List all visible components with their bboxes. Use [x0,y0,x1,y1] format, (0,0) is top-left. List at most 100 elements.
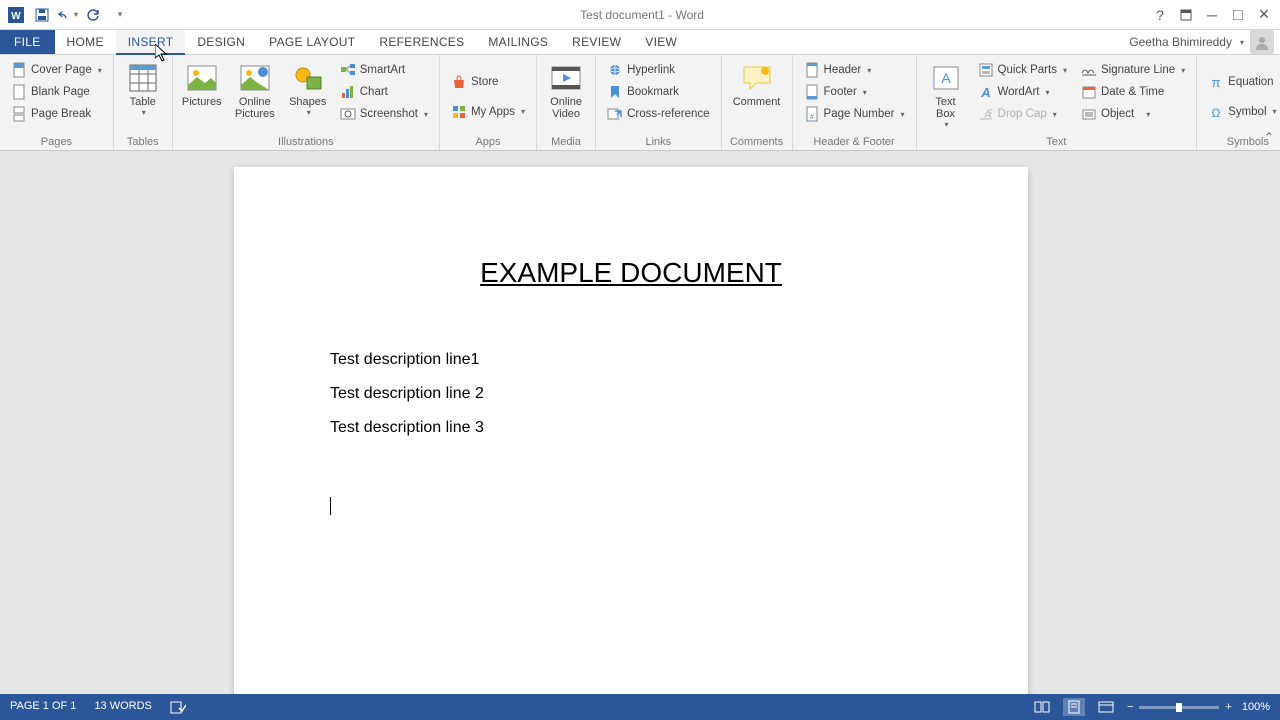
object-button[interactable]: Object▾ [1076,103,1190,125]
group-comments-label: Comments [728,134,786,148]
user-name: Geetha Bhimireddy [1129,35,1232,49]
header-button[interactable]: Header▾ [799,59,910,81]
bookmark-icon [607,84,623,100]
zoom-level[interactable]: 100% [1242,701,1270,713]
tab-view[interactable]: VIEW [633,30,689,54]
symbol-icon: Ω [1208,104,1224,120]
equation-button[interactable]: πEquation▾ [1203,71,1280,93]
drop-cap-icon: A [978,106,994,122]
save-icon[interactable] [32,5,52,25]
word-logo-icon: W [6,5,26,25]
ribbon-display-icon[interactable] [1174,3,1198,27]
group-apps-label: Apps [446,134,530,148]
smartart-icon [340,62,356,78]
qat-customize-icon[interactable]: ▾ [110,5,130,25]
text-box-button[interactable]: AText Box▾ [923,59,969,134]
my-apps-icon [451,104,467,120]
titlebar: W ▾ ▾ Test document1 - Word ? ─ ✕ [0,0,1280,30]
smartart-button[interactable]: SmartArt [335,59,433,81]
table-icon [127,62,159,94]
cross-reference-button[interactable]: Cross-reference [602,103,714,125]
shapes-button[interactable]: Shapes▾ [285,59,331,134]
group-header-footer-label: Header & Footer [799,134,910,148]
hyperlink-button[interactable]: Hyperlink [602,59,714,81]
zoom-out-icon[interactable]: − [1127,701,1133,713]
online-video-button[interactable]: Online Video [543,59,589,134]
avatar-icon [1250,30,1274,54]
page-number-icon: # [804,106,820,122]
group-illustrations-label: Illustrations [179,134,433,148]
collapse-ribbon-icon[interactable]: ⌃ [1264,130,1274,144]
undo-icon[interactable]: ▾ [58,5,78,25]
redo-icon[interactable] [84,5,104,25]
read-mode-icon[interactable] [1031,698,1053,716]
cross-reference-icon [607,106,623,122]
screenshot-button[interactable]: Screenshot▾ [335,103,433,125]
tab-design[interactable]: DESIGN [185,30,257,54]
my-apps-button[interactable]: My Apps▾ [446,101,530,123]
svg-text:A: A [980,85,990,99]
maximize-icon[interactable] [1226,3,1250,27]
minimize-icon[interactable]: ─ [1200,3,1224,27]
web-layout-icon[interactable] [1095,698,1117,716]
help-icon[interactable]: ? [1148,3,1172,27]
page-indicator[interactable]: PAGE 1 OF 1 [10,700,76,714]
svg-text:π: π [1212,75,1221,89]
zoom-slider[interactable]: − + [1127,701,1232,713]
page[interactable]: EXAMPLE DOCUMENT Test description line1 … [234,167,1028,694]
zoom-in-icon[interactable]: + [1225,701,1231,713]
pictures-button[interactable]: Pictures [179,59,225,134]
quick-parts-button[interactable]: Quick Parts▾ [973,59,1072,81]
online-pictures-icon [239,62,271,94]
group-pages: Cover Page▾ Blank Page Page Break Pages [0,55,114,150]
print-layout-icon[interactable] [1063,698,1085,716]
page-break-icon [11,106,27,122]
svg-text:A: A [941,70,951,86]
blank-page-icon [11,84,27,100]
tab-insert[interactable]: INSERT [116,30,186,55]
signature-line-button[interactable]: Signature Line▾ [1076,59,1190,81]
object-icon [1081,106,1097,122]
date-time-icon [1081,84,1097,100]
group-apps: Store My Apps▾ Apps [440,55,537,150]
document-line: Test description line1 [330,351,932,369]
online-pictures-button[interactable]: Online Pictures [229,59,281,134]
window-title: Test document1 - Word [136,8,1148,22]
comment-button[interactable]: Comment [728,59,786,134]
footer-button[interactable]: Footer▾ [799,81,910,103]
chart-button[interactable]: Chart [335,81,433,103]
equation-icon: π [1208,74,1224,90]
word-count[interactable]: 13 WORDS [94,700,151,714]
tab-review[interactable]: REVIEW [560,30,633,54]
group-tables: Table▾ Tables [114,55,173,150]
date-time-button[interactable]: Date & Time [1076,81,1190,103]
group-text: AText Box▾ Quick Parts▾ AWordArt▾ ADrop … [917,55,1198,150]
cover-page-button[interactable]: Cover Page▾ [6,59,107,81]
blank-page-button[interactable]: Blank Page [6,81,107,103]
store-button[interactable]: Store [446,71,530,93]
tab-references[interactable]: REFERENCES [367,30,476,54]
tab-file[interactable]: FILE [0,30,55,54]
tab-page-layout[interactable]: PAGE LAYOUT [257,30,367,54]
quick-access-toolbar: W ▾ ▾ [0,5,136,25]
wordart-button[interactable]: AWordArt▾ [973,81,1072,103]
close-icon[interactable]: ✕ [1252,3,1276,27]
symbol-button[interactable]: ΩSymbol▾ [1203,101,1280,123]
drop-cap-button[interactable]: ADrop Cap▾ [973,103,1072,125]
comment-icon [741,62,773,94]
statusbar: PAGE 1 OF 1 13 WORDS − + 100% [0,694,1280,720]
group-text-label: Text [923,134,1191,148]
group-comments: Comment Comments [722,55,793,150]
proofing-icon[interactable] [170,700,186,714]
document-line: Test description line 3 [330,419,932,437]
online-video-icon [550,62,582,94]
signature-line-icon [1081,62,1097,78]
bookmark-button[interactable]: Bookmark [602,81,714,103]
wordart-icon: A [978,84,994,100]
page-break-button[interactable]: Page Break [6,103,107,125]
page-number-button[interactable]: #Page Number▾ [799,103,910,125]
tab-home[interactable]: HOME [55,30,116,54]
user-area[interactable]: Geetha Bhimireddy ▾ [1129,30,1280,54]
table-button[interactable]: Table▾ [120,59,166,134]
tab-mailings[interactable]: MAILINGS [476,30,560,54]
